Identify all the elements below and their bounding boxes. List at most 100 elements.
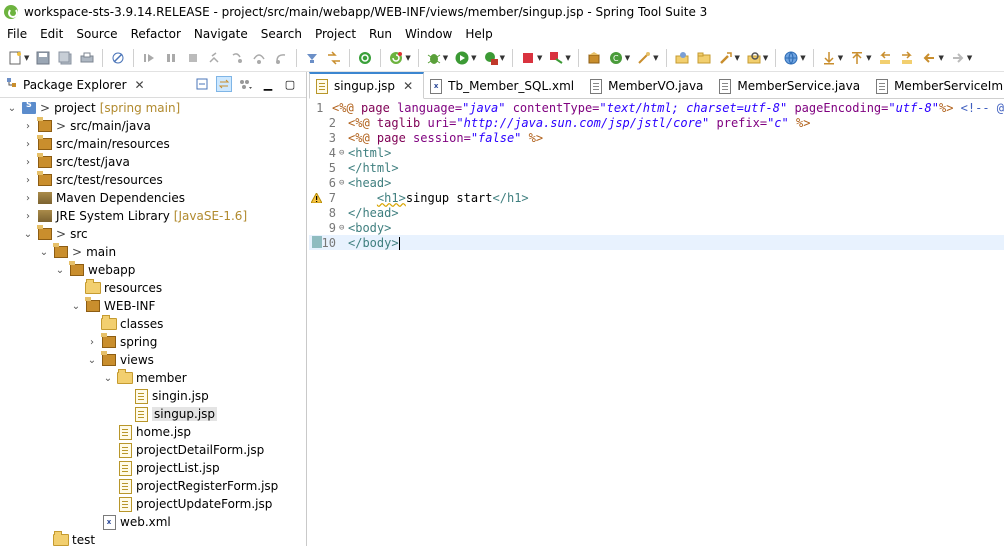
- code-line[interactable]: 9 ⊖ <body>: [309, 220, 1004, 235]
- close-tab-icon[interactable]: ✕: [403, 79, 413, 93]
- step-over-icon[interactable]: [251, 50, 267, 66]
- run-dropdown-icon[interactable]: ▼: [471, 54, 476, 62]
- open-resource-icon[interactable]: [718, 50, 734, 66]
- boot-dashboard-icon[interactable]: [357, 50, 373, 66]
- tree-item[interactable]: ⌄ >project[spring main]: [0, 99, 312, 117]
- chevron-right-icon[interactable]: ›: [22, 157, 34, 168]
- fold-toggle-icon[interactable]: ⊖: [339, 148, 346, 158]
- chevron-down-icon[interactable]: ⌄: [102, 373, 114, 384]
- chevron-right-icon[interactable]: ›: [86, 337, 98, 348]
- fold-toggle-icon[interactable]: ⊖: [339, 223, 346, 233]
- chevron-right-icon[interactable]: ›: [22, 175, 34, 186]
- spring-relaunch-icon[interactable]: [388, 50, 404, 66]
- disconnect-icon[interactable]: [207, 50, 223, 66]
- globe-icon[interactable]: [783, 50, 799, 66]
- stop-server-icon[interactable]: [520, 50, 536, 66]
- skip-breakpoints-icon[interactable]: [110, 50, 126, 66]
- chevron-down-icon[interactable]: ⌄: [38, 247, 50, 258]
- forward-dropdown-icon[interactable]: ▼: [967, 54, 972, 62]
- code-line[interactable]: 1 <%@ page language="java" contentType="t…: [309, 100, 1004, 115]
- open-folder-icon[interactable]: [696, 50, 712, 66]
- debug-icon[interactable]: [426, 50, 442, 66]
- tab-memberservice-java[interactable]: MemberService.java: [713, 74, 870, 98]
- tree-item[interactable]: ⌄ > main: [0, 243, 344, 261]
- last-edit-2-icon[interactable]: [899, 50, 915, 66]
- class-dropdown-icon[interactable]: ▼: [625, 54, 630, 62]
- menu-project[interactable]: Project: [308, 27, 362, 41]
- chevron-down-icon[interactable]: ⌄: [70, 301, 82, 312]
- menu-search[interactable]: Search: [254, 27, 308, 41]
- menu-navigate[interactable]: Navigate: [187, 27, 254, 41]
- chevron-right-icon[interactable]: ›: [22, 193, 34, 204]
- menu-window[interactable]: Window: [398, 27, 458, 41]
- resource-dropdown-icon[interactable]: ▼: [735, 54, 740, 62]
- save-icon[interactable]: [35, 50, 51, 66]
- tree-item[interactable]: test: [0, 531, 344, 549]
- new-dropdown-icon[interactable]: ▼: [24, 54, 29, 62]
- open-type-icon[interactable]: [636, 50, 652, 66]
- external-dropdown-icon[interactable]: ▼: [500, 54, 505, 62]
- minimize-icon[interactable]: ▁: [260, 76, 276, 92]
- tree-item[interactable]: › Maven Dependencies: [0, 189, 328, 207]
- forward-icon[interactable]: [950, 50, 966, 66]
- tree-item[interactable]: ⌄ webapp: [0, 261, 360, 279]
- open-type-dropdown-icon[interactable]: ▼: [653, 54, 658, 62]
- stop-dropdown-icon[interactable]: ▼: [537, 54, 542, 62]
- save-all-icon[interactable]: [57, 50, 73, 66]
- tab-singup-jsp[interactable]: singup.jsp ✕: [309, 72, 425, 99]
- run-external-icon[interactable]: [483, 50, 499, 66]
- new-icon[interactable]: [7, 50, 23, 66]
- warning-icon[interactable]: [310, 191, 323, 204]
- chevron-right-icon[interactable]: ›: [22, 211, 34, 222]
- search-dropdown-icon[interactable]: ▼: [763, 54, 768, 62]
- fold-toggle-icon[interactable]: ⊖: [339, 178, 346, 188]
- close-icon[interactable]: ✕: [135, 78, 145, 92]
- chevron-right-icon[interactable]: ›: [22, 139, 34, 150]
- tree-item[interactable]: › src/test/resources: [0, 171, 328, 189]
- chevron-down-icon[interactable]: ⌄: [6, 103, 18, 114]
- new-class-icon[interactable]: C: [608, 50, 624, 66]
- back-icon[interactable]: [921, 50, 937, 66]
- step-into-icon[interactable]: [229, 50, 245, 66]
- menu-source[interactable]: Source: [69, 27, 123, 41]
- step-return-icon[interactable]: [273, 50, 289, 66]
- next-annotation-icon[interactable]: [821, 50, 837, 66]
- view-menu-icon[interactable]: [238, 76, 254, 92]
- chevron-right-icon[interactable]: ›: [22, 121, 34, 132]
- open-task-icon[interactable]: [674, 50, 690, 66]
- resume-icon[interactable]: [141, 50, 157, 66]
- menu-help[interactable]: Help: [458, 27, 498, 41]
- new-package-icon[interactable]: [586, 50, 602, 66]
- code-line[interactable]: 10 </body>: [309, 235, 1004, 250]
- next-dropdown-icon[interactable]: ▼: [838, 54, 843, 62]
- search-icon[interactable]: [746, 50, 762, 66]
- code-line[interactable]: 3 <%@ page session="false" %>: [309, 130, 1004, 145]
- globe-dropdown-icon[interactable]: ▼: [800, 54, 805, 62]
- tab-membervo-java[interactable]: MemberVO.java: [584, 74, 713, 98]
- print-icon[interactable]: [79, 50, 95, 66]
- tree-item[interactable]: ⌄ > src: [0, 225, 328, 243]
- use-step-filters-icon[interactable]: [326, 50, 342, 66]
- server-icon[interactable]: [548, 50, 564, 66]
- server-dropdown-icon[interactable]: ▼: [565, 54, 570, 62]
- code-line[interactable]: 8 </head>: [309, 205, 1004, 220]
- code-line[interactable]: 5 </html>: [309, 160, 1004, 175]
- back-dropdown-icon[interactable]: ▼: [938, 54, 943, 62]
- chevron-down-icon[interactable]: ⌄: [86, 355, 98, 366]
- maximize-icon[interactable]: ▢: [282, 76, 298, 92]
- collapse-all-icon[interactable]: [194, 76, 210, 92]
- run-icon[interactable]: [454, 50, 470, 66]
- spring-dropdown-icon[interactable]: ▼: [405, 54, 410, 62]
- package-explorer-tab[interactable]: Package Explorer ✕: [6, 72, 145, 98]
- menu-refactor[interactable]: Refactor: [124, 27, 187, 41]
- menu-file[interactable]: File: [0, 27, 33, 41]
- tree-item[interactable]: › src/main/resources: [0, 135, 328, 153]
- last-edit-icon[interactable]: [877, 50, 893, 66]
- code-line[interactable]: 6 ⊖ <head>: [309, 175, 1004, 190]
- terminate-icon[interactable]: [185, 50, 201, 66]
- code-line[interactable]: 2 <%@ taglib uri="http://java.sun.com/jsp…: [309, 115, 1004, 130]
- chevron-down-icon[interactable]: ⌄: [54, 265, 66, 276]
- tab-tb-member-sql-xml[interactable]: x Tb_Member_SQL.xml: [424, 74, 584, 98]
- link-with-editor-icon[interactable]: [216, 76, 232, 92]
- prev-dropdown-icon[interactable]: ▼: [866, 54, 871, 62]
